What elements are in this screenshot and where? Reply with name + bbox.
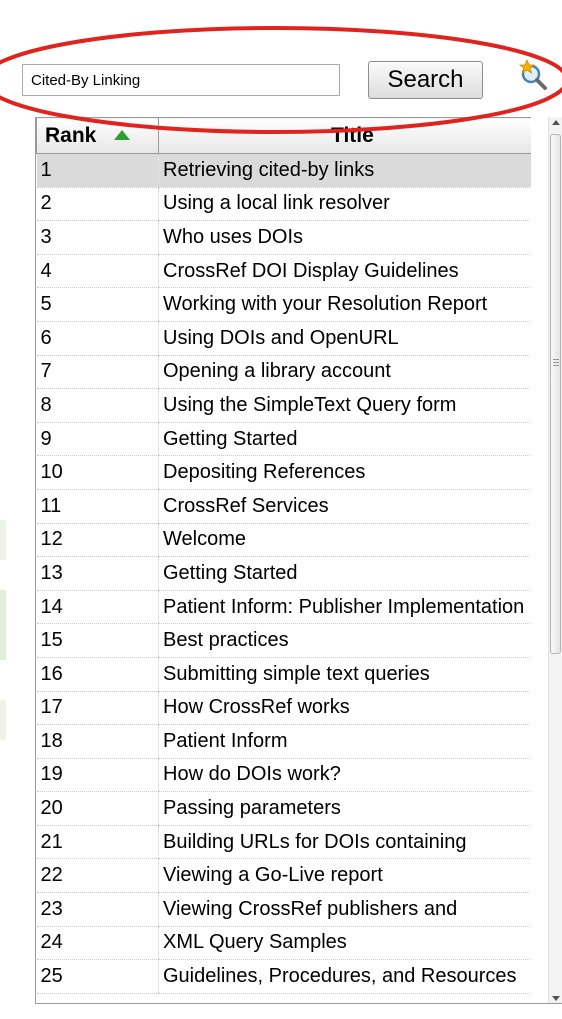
title-cell: CrossRef DOI Display Guidelines xyxy=(158,254,531,289)
rank-cell: 11 xyxy=(36,489,159,524)
title-cell: XML Query Samples xyxy=(158,926,531,961)
results-table-body: 1 Retrieving cited-by links 2 Using a local… xyxy=(36,153,531,994)
rank-cell: 16 xyxy=(36,657,159,692)
rank-cell: 5 xyxy=(36,287,159,322)
scroll-down-arrow-icon[interactable] xyxy=(552,996,560,1001)
title-cell: Getting Started xyxy=(158,556,531,591)
table-row[interactable]: 20 Passing parameters xyxy=(36,791,531,826)
table-row[interactable]: 15 Best practices xyxy=(36,623,531,658)
rank-cell: 13 xyxy=(36,556,159,591)
title-cell: Patient Inform: Publisher Implementation xyxy=(158,590,531,625)
rank-cell: 23 xyxy=(36,892,159,927)
table-row[interactable]: 12 Welcome xyxy=(36,523,531,558)
scrollbar-thumb[interactable] xyxy=(550,134,561,654)
table-row[interactable]: 21 Building URLs for DOIs containing xyxy=(36,825,531,860)
title-cell: Who uses DOIs xyxy=(158,220,531,255)
search-help-icon[interactable] xyxy=(518,60,562,100)
title-cell: Viewing CrossRef publishers and xyxy=(158,892,531,927)
title-cell: CrossRef Services xyxy=(158,489,531,524)
title-cell: Patient Inform xyxy=(158,724,531,759)
scroll-grip xyxy=(553,365,559,366)
table-row[interactable]: 17 How CrossRef works xyxy=(36,691,531,726)
rank-cell: 8 xyxy=(36,388,159,423)
table-row[interactable]: 8 Using the SimpleText Query form xyxy=(36,388,531,423)
rank-cell: 21 xyxy=(36,825,159,860)
title-cell: Depositing References xyxy=(158,455,531,490)
title-cell: Using the SimpleText Query form xyxy=(158,388,531,423)
table-row[interactable]: 7 Opening a library account xyxy=(36,355,531,390)
table-row[interactable]: 22 Viewing a Go-Live report xyxy=(36,858,531,894)
table-row[interactable]: 13 Getting Started xyxy=(36,556,531,591)
search-input[interactable] xyxy=(22,64,340,96)
title-cell: Working with your Resolution Report xyxy=(158,287,531,322)
rank-cell: 10 xyxy=(36,455,159,490)
table-row[interactable]: 9 Getting Started xyxy=(36,422,531,457)
table-row[interactable]: 23 Viewing CrossRef publishers and xyxy=(36,892,531,927)
rank-cell: 1 xyxy=(36,153,159,188)
background-fragment xyxy=(0,520,6,560)
rank-cell: 7 xyxy=(36,355,159,390)
title-cell: How CrossRef works xyxy=(158,691,531,726)
table-row[interactable]: 3 Who uses DOIs xyxy=(36,220,531,255)
title-cell: Using a local link resolver xyxy=(158,187,531,222)
title-cell: Opening a library account xyxy=(158,355,531,390)
rank-cell: 25 xyxy=(36,959,159,994)
table-row[interactable]: 19 How do DOIs work? xyxy=(36,758,531,793)
table-row[interactable]: 2 Using a local link resolver xyxy=(36,187,531,222)
sort-ascending-icon xyxy=(114,129,131,140)
table-row[interactable]: 5 Working with your Resolution Report xyxy=(36,287,531,322)
rank-column-header[interactable]: Rank xyxy=(36,117,159,154)
rank-cell: 18 xyxy=(36,724,159,759)
rank-cell: 2 xyxy=(36,187,159,222)
results-table: Rank Title 1 Retrieving cited-by links 2 Us… xyxy=(36,117,531,994)
title-cell: Retrieving cited-by links xyxy=(158,153,531,188)
rank-cell: 3 xyxy=(36,220,159,255)
title-cell: Building URLs for DOIs containing xyxy=(158,825,531,860)
table-row[interactable]: 6 Using DOIs and OpenURL xyxy=(36,321,531,356)
title-cell: Submitting simple text queries xyxy=(158,657,531,692)
rank-cell: 20 xyxy=(36,791,159,826)
rank-cell: 17 xyxy=(36,691,159,726)
scroll-up-arrow-icon[interactable] xyxy=(552,120,560,125)
background-fragment xyxy=(0,700,6,740)
table-row[interactable]: 4 CrossRef DOI Display Guidelines xyxy=(36,254,531,289)
top-band xyxy=(0,0,562,40)
table-row[interactable]: 11 CrossRef Services xyxy=(36,489,531,524)
table-row[interactable]: 25 Guidelines, Procedures, and Resources xyxy=(36,959,531,994)
title-cell: Passing parameters xyxy=(158,791,531,826)
table-header-row: Rank Title xyxy=(36,117,531,154)
rank-cell: 9 xyxy=(36,422,159,457)
table-row[interactable]: 1 Retrieving cited-by links xyxy=(36,153,531,188)
results-table-container: Rank Title 1 Retrieving cited-by links 2 Us… xyxy=(35,117,531,1004)
table-row[interactable]: 16 Submitting simple text queries xyxy=(36,657,531,692)
title-cell: Welcome xyxy=(158,523,531,558)
title-cell: How do DOIs work? xyxy=(158,758,531,793)
background-fragment xyxy=(0,590,6,660)
title-cell: Guidelines, Procedures, and Resources xyxy=(158,959,531,994)
scroll-grip xyxy=(553,362,559,363)
scroll-grip xyxy=(553,359,559,360)
rank-cell: 22 xyxy=(36,858,159,894)
title-column-header[interactable]: Title xyxy=(158,117,531,154)
title-cell: Getting Started xyxy=(158,422,531,457)
vertical-scrollbar[interactable] xyxy=(548,117,562,1004)
table-row[interactable]: 14 Patient Inform: Publisher Implementati… xyxy=(36,590,531,625)
rank-cell: 6 xyxy=(36,321,159,356)
rank-cell: 14 xyxy=(36,590,159,625)
table-row[interactable]: 18 Patient Inform xyxy=(36,724,531,759)
rank-cell: 19 xyxy=(36,758,159,793)
rank-cell: 15 xyxy=(36,623,159,658)
rank-cell: 24 xyxy=(36,926,159,961)
rank-header-label: Rank xyxy=(45,123,97,147)
rank-cell: 4 xyxy=(36,254,159,289)
rank-cell: 12 xyxy=(36,523,159,558)
title-cell: Viewing a Go-Live report xyxy=(158,858,531,894)
title-cell: Using DOIs and OpenURL xyxy=(158,321,531,356)
table-row[interactable]: 10 Depositing References xyxy=(36,455,531,490)
table-bottom-border xyxy=(35,1003,562,1004)
search-button[interactable]: Search xyxy=(368,61,483,99)
table-row[interactable]: 24 XML Query Samples xyxy=(36,926,531,961)
title-header-label: Title xyxy=(331,123,374,147)
title-cell: Best practices xyxy=(158,623,531,658)
